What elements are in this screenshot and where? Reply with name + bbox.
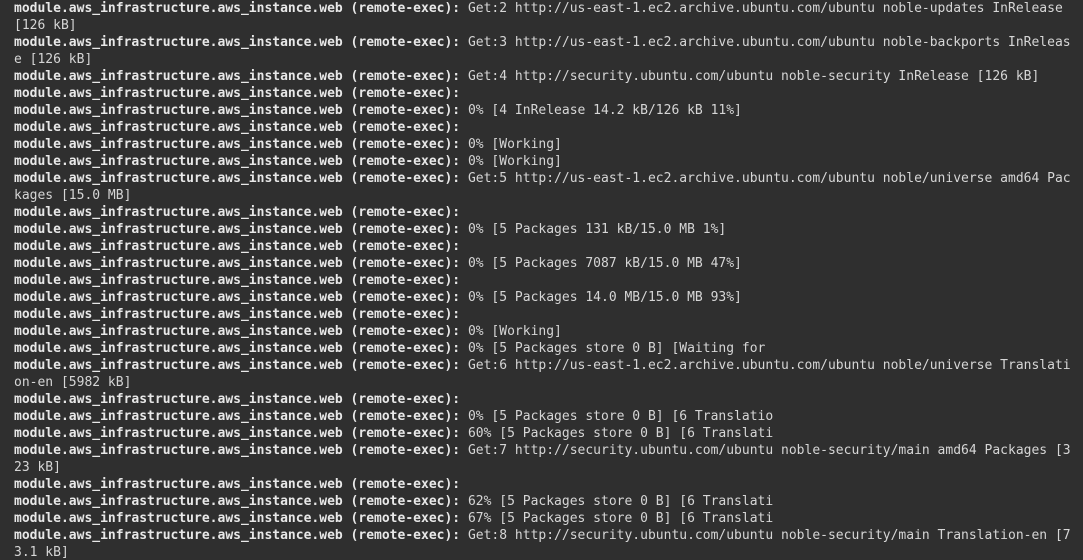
terminal-line-message: 0% [5 Packages 131 kB/15.0 MB 1%] — [460, 222, 727, 237]
terminal-line-prefix: module.aws_infrastructure.aws_instance.w… — [14, 307, 461, 322]
terminal-line: module.aws_infrastructure.aws_instance.w… — [14, 0, 1076, 34]
terminal-line-message: 0% [Working] — [460, 324, 562, 339]
terminal-line: module.aws_infrastructure.aws_instance.w… — [14, 510, 1076, 527]
terminal-line: module.aws_infrastructure.aws_instance.w… — [14, 323, 1076, 340]
terminal-line: module.aws_infrastructure.aws_instance.w… — [14, 476, 1076, 493]
terminal-line-prefix: module.aws_infrastructure.aws_instance.w… — [14, 205, 461, 220]
terminal-line-message: 62% [5 Packages store 0 B] [6 Translati — [460, 494, 774, 509]
terminal-line-message: 0% [5 Packages 14.0 MB/15.0 MB 93%] — [460, 290, 742, 305]
terminal-line-message: 0% [Working] — [460, 154, 562, 169]
terminal-line-prefix: module.aws_infrastructure.aws_instance.w… — [14, 290, 461, 305]
terminal-line-message: 67% [5 Packages store 0 B] [6 Translati — [460, 511, 774, 526]
terminal-line-prefix: module.aws_infrastructure.aws_instance.w… — [14, 256, 461, 271]
terminal-line-prefix: module.aws_infrastructure.aws_instance.w… — [14, 154, 461, 169]
terminal-line-prefix: module.aws_infrastructure.aws_instance.w… — [14, 69, 461, 84]
terminal-line: module.aws_infrastructure.aws_instance.w… — [14, 136, 1076, 153]
terminal-line-message: 0% [Working] — [460, 137, 562, 152]
terminal-line: module.aws_infrastructure.aws_instance.w… — [14, 119, 1076, 136]
terminal-line-message: Get:4 http://security.ubuntu.com/ubuntu … — [460, 69, 1040, 84]
terminal-line-prefix: module.aws_infrastructure.aws_instance.w… — [14, 392, 461, 407]
terminal-line-prefix: module.aws_infrastructure.aws_instance.w… — [14, 443, 461, 458]
terminal-line-message: 60% [5 Packages store 0 B] [6 Translati — [460, 426, 774, 441]
terminal-line-prefix: module.aws_infrastructure.aws_instance.w… — [14, 324, 461, 339]
terminal-line-message: 0% [5 Packages store 0 B] [Waiting for — [460, 341, 766, 356]
terminal-line: module.aws_infrastructure.aws_instance.w… — [14, 306, 1076, 323]
terminal-line: module.aws_infrastructure.aws_instance.w… — [14, 238, 1076, 255]
terminal-line-prefix: module.aws_infrastructure.aws_instance.w… — [14, 120, 461, 135]
terminal-line: module.aws_infrastructure.aws_instance.w… — [14, 170, 1076, 204]
terminal-line-prefix: module.aws_infrastructure.aws_instance.w… — [14, 358, 461, 373]
terminal-line-prefix: module.aws_infrastructure.aws_instance.w… — [14, 273, 461, 288]
terminal-line: module.aws_infrastructure.aws_instance.w… — [14, 68, 1076, 85]
terminal-line-message: 0% [5 Packages store 0 B] [6 Translatio — [460, 409, 774, 424]
terminal-line-prefix: module.aws_infrastructure.aws_instance.w… — [14, 511, 461, 526]
terminal-line-prefix: module.aws_infrastructure.aws_instance.w… — [14, 494, 461, 509]
terminal-line: module.aws_infrastructure.aws_instance.w… — [14, 85, 1076, 102]
terminal-line-prefix: module.aws_infrastructure.aws_instance.w… — [14, 239, 461, 254]
terminal-line: module.aws_infrastructure.aws_instance.w… — [14, 289, 1076, 306]
terminal-line: module.aws_infrastructure.aws_instance.w… — [14, 153, 1076, 170]
terminal-output: module.aws_infrastructure.aws_instance.w… — [14, 0, 1076, 560]
terminal-line-prefix: module.aws_infrastructure.aws_instance.w… — [14, 341, 461, 356]
terminal-line-prefix: module.aws_infrastructure.aws_instance.w… — [14, 86, 461, 101]
terminal-line: module.aws_infrastructure.aws_instance.w… — [14, 255, 1076, 272]
terminal-line: module.aws_infrastructure.aws_instance.w… — [14, 425, 1076, 442]
terminal-line: module.aws_infrastructure.aws_instance.w… — [14, 493, 1076, 510]
terminal-line: module.aws_infrastructure.aws_instance.w… — [14, 408, 1076, 425]
terminal-line: module.aws_infrastructure.aws_instance.w… — [14, 34, 1076, 68]
terminal-line-prefix: module.aws_infrastructure.aws_instance.w… — [14, 137, 461, 152]
terminal-line-prefix: module.aws_infrastructure.aws_instance.w… — [14, 426, 461, 441]
terminal-line: module.aws_infrastructure.aws_instance.w… — [14, 102, 1076, 119]
terminal-line: module.aws_infrastructure.aws_instance.w… — [14, 221, 1076, 238]
terminal-line-prefix: module.aws_infrastructure.aws_instance.w… — [14, 528, 461, 543]
terminal-line: module.aws_infrastructure.aws_instance.w… — [14, 340, 1076, 357]
terminal-line: module.aws_infrastructure.aws_instance.w… — [14, 527, 1076, 560]
terminal-line-message: 0% [5 Packages 7087 kB/15.0 MB 47%] — [460, 256, 742, 271]
terminal-line-prefix: module.aws_infrastructure.aws_instance.w… — [14, 1, 461, 16]
terminal-line-prefix: module.aws_infrastructure.aws_instance.w… — [14, 477, 461, 492]
terminal-line: module.aws_infrastructure.aws_instance.w… — [14, 391, 1076, 408]
terminal-line-prefix: module.aws_infrastructure.aws_instance.w… — [14, 103, 461, 118]
terminal-line-message: 0% [4 InRelease 14.2 kB/126 kB 11%] — [460, 103, 742, 118]
terminal-line: module.aws_infrastructure.aws_instance.w… — [14, 204, 1076, 221]
terminal-line-prefix: module.aws_infrastructure.aws_instance.w… — [14, 171, 461, 186]
terminal-line-prefix: module.aws_infrastructure.aws_instance.w… — [14, 222, 461, 237]
terminal-line: module.aws_infrastructure.aws_instance.w… — [14, 272, 1076, 289]
terminal-line: module.aws_infrastructure.aws_instance.w… — [14, 357, 1076, 391]
terminal-line-prefix: module.aws_infrastructure.aws_instance.w… — [14, 35, 461, 50]
terminal-line: module.aws_infrastructure.aws_instance.w… — [14, 442, 1076, 476]
terminal-line-prefix: module.aws_infrastructure.aws_instance.w… — [14, 409, 461, 424]
terminal-window[interactable]: module.aws_infrastructure.aws_instance.w… — [0, 0, 1083, 560]
